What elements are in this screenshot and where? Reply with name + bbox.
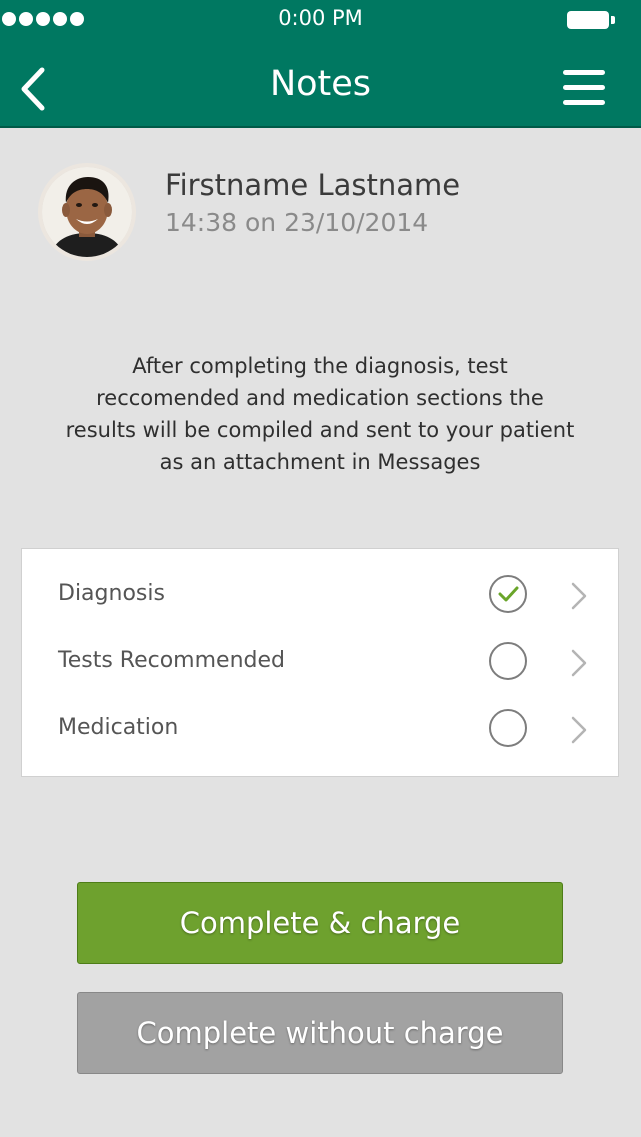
section-label: Diagnosis <box>58 581 165 606</box>
section-row-medication[interactable]: Medication <box>22 697 618 763</box>
status-time: 0:00 PM <box>278 6 363 30</box>
page-title: Notes <box>269 64 372 104</box>
patient-name: Firstname Lastname <box>165 168 461 202</box>
menu-button[interactable] <box>563 70 605 106</box>
avatar <box>38 163 136 261</box>
section-row-tests-recommended[interactable]: Tests Recommended <box>22 630 618 696</box>
note-timestamp: 14:38 on 23/10/2014 <box>165 208 429 237</box>
complete-and-charge-button[interactable]: Complete & charge <box>77 882 563 964</box>
chevron-right-icon <box>571 582 587 610</box>
complete-without-charge-button[interactable]: Complete without charge <box>77 992 563 1074</box>
sections-list: Diagnosis Tests Recommended Medication <box>21 548 619 777</box>
instructions-text: After completing the diagnosis, test rec… <box>65 354 575 474</box>
chevron-right-icon <box>571 716 587 744</box>
section-label: Tests Recommended <box>58 648 285 673</box>
chevron-right-icon <box>571 649 587 677</box>
chevron-left-icon <box>21 67 45 111</box>
status-bar: 0:00 PM <box>0 0 641 40</box>
battery-icon <box>567 11 615 29</box>
incomplete-circle-icon <box>489 709 527 747</box>
patient-photo <box>42 167 132 257</box>
incomplete-circle-icon <box>489 642 527 680</box>
app-header: 0:00 PM Notes <box>0 0 641 128</box>
section-label: Medication <box>58 715 179 740</box>
completed-check-icon <box>489 575 527 613</box>
section-row-diagnosis[interactable]: Diagnosis <box>22 563 618 629</box>
back-button[interactable] <box>14 64 58 114</box>
